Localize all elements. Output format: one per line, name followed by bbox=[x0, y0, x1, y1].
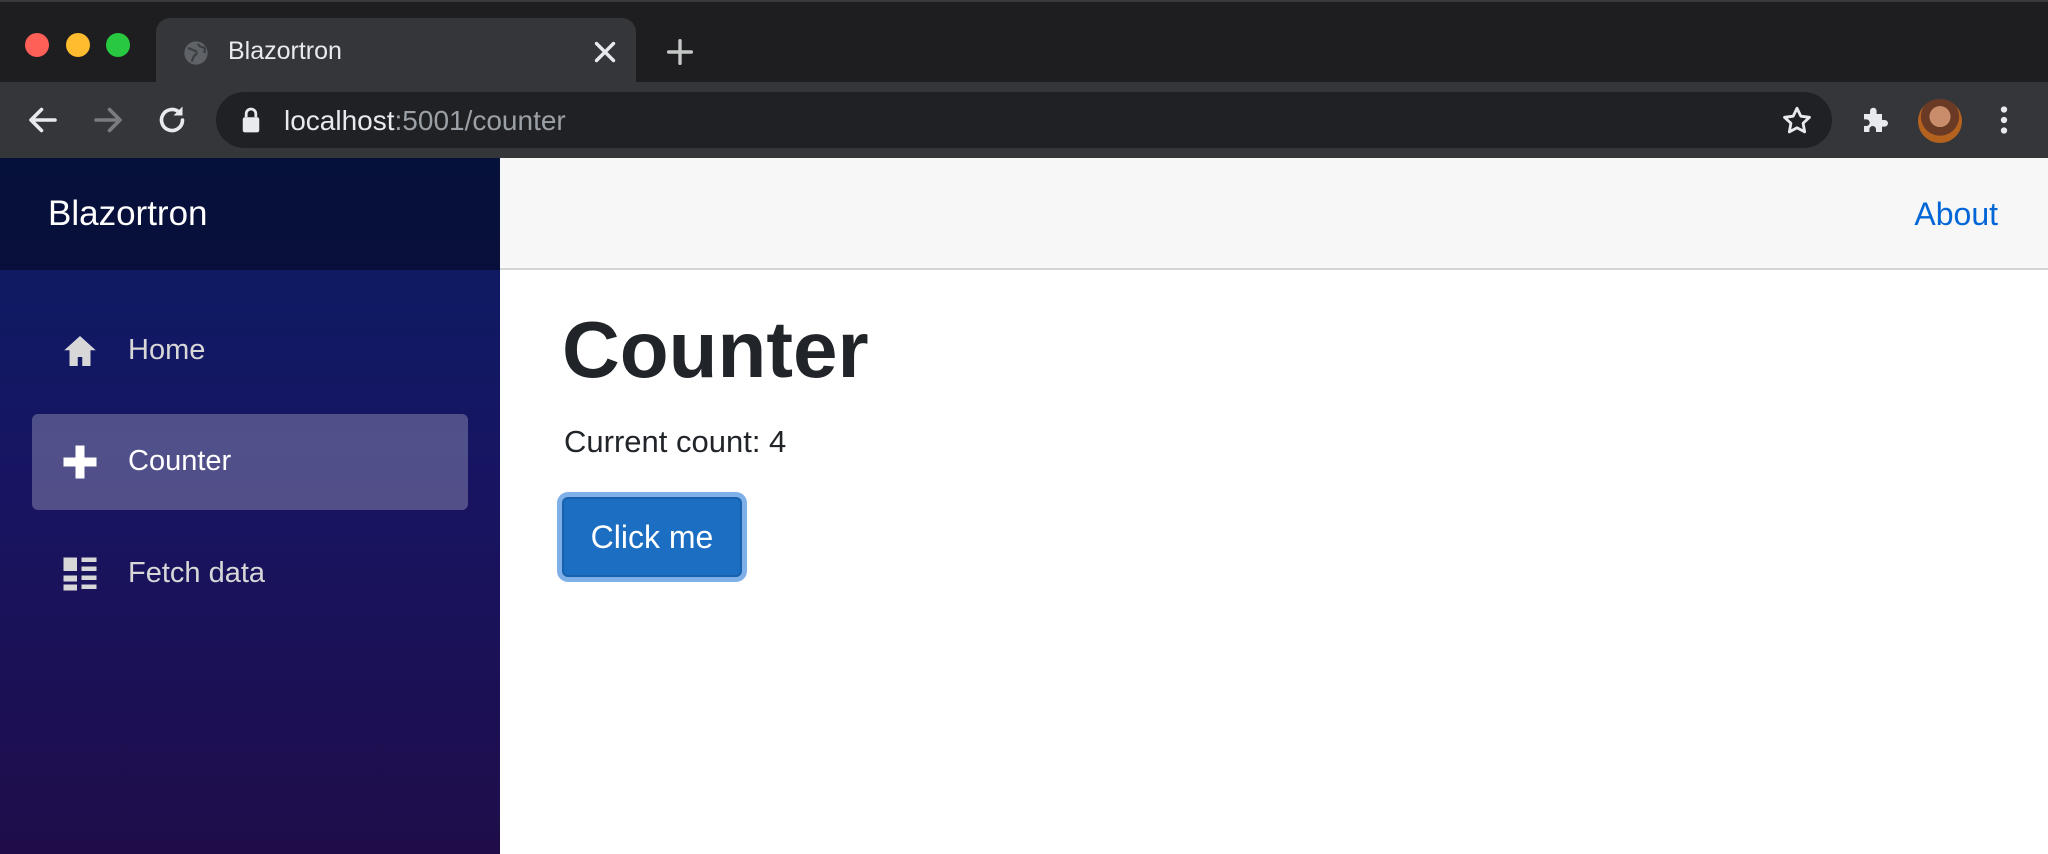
plus-icon[interactable] bbox=[663, 35, 697, 69]
globe-icon bbox=[184, 41, 208, 65]
browser-toolbar: localhost:5001/counter bbox=[0, 82, 2048, 158]
sidebar-item-label: Fetch data bbox=[128, 557, 266, 589]
brand-bar: Blazortron bbox=[0, 158, 500, 270]
about-link[interactable]: About bbox=[1914, 196, 1998, 233]
click-me-button[interactable]: Click me bbox=[562, 497, 742, 577]
browser-tab[interactable]: Blazortron bbox=[156, 18, 636, 84]
home-icon bbox=[64, 336, 96, 366]
arrow-right-icon[interactable] bbox=[90, 102, 126, 138]
sidebar-item-label: Counter bbox=[128, 445, 232, 477]
window-close-button[interactable] bbox=[25, 33, 49, 57]
sidebar-item-label: Home bbox=[128, 334, 206, 366]
plus-icon bbox=[63, 445, 97, 479]
window-minimize-button[interactable] bbox=[66, 33, 90, 57]
star-icon[interactable] bbox=[1780, 104, 1814, 138]
sidebar: Blazortron Home Counter Fetch data bbox=[0, 158, 500, 854]
close-icon[interactable] bbox=[588, 35, 622, 69]
puzzle-icon[interactable] bbox=[1858, 102, 1894, 138]
tab-title: Blazortron bbox=[228, 37, 342, 65]
current-count-text: Current count: 4 bbox=[564, 424, 787, 459]
window-zoom-button[interactable] bbox=[106, 33, 130, 57]
page-title: Counter bbox=[562, 305, 869, 394]
arrow-left-icon[interactable] bbox=[25, 102, 61, 138]
url-text: localhost:5001/counter bbox=[284, 105, 566, 137]
kebab-menu-icon[interactable] bbox=[1986, 102, 2022, 138]
top-row: About bbox=[500, 158, 2048, 270]
lock-icon[interactable] bbox=[240, 106, 262, 134]
url-path: :5001/counter bbox=[394, 105, 566, 136]
url-host: localhost bbox=[284, 105, 395, 136]
brand-link[interactable]: Blazortron bbox=[48, 194, 208, 234]
sidebar-item-home[interactable]: Home bbox=[32, 303, 468, 399]
sidebar-item-counter[interactable]: Counter bbox=[32, 414, 468, 510]
list-icon bbox=[63, 557, 97, 591]
browser-tab-strip: Blazortron bbox=[0, 0, 2048, 84]
reload-icon[interactable] bbox=[154, 102, 190, 138]
profile-avatar[interactable] bbox=[1918, 99, 1962, 143]
address-bar[interactable]: localhost:5001/counter bbox=[216, 92, 1832, 148]
sidebar-item-fetch-data[interactable]: Fetch data bbox=[32, 526, 468, 622]
